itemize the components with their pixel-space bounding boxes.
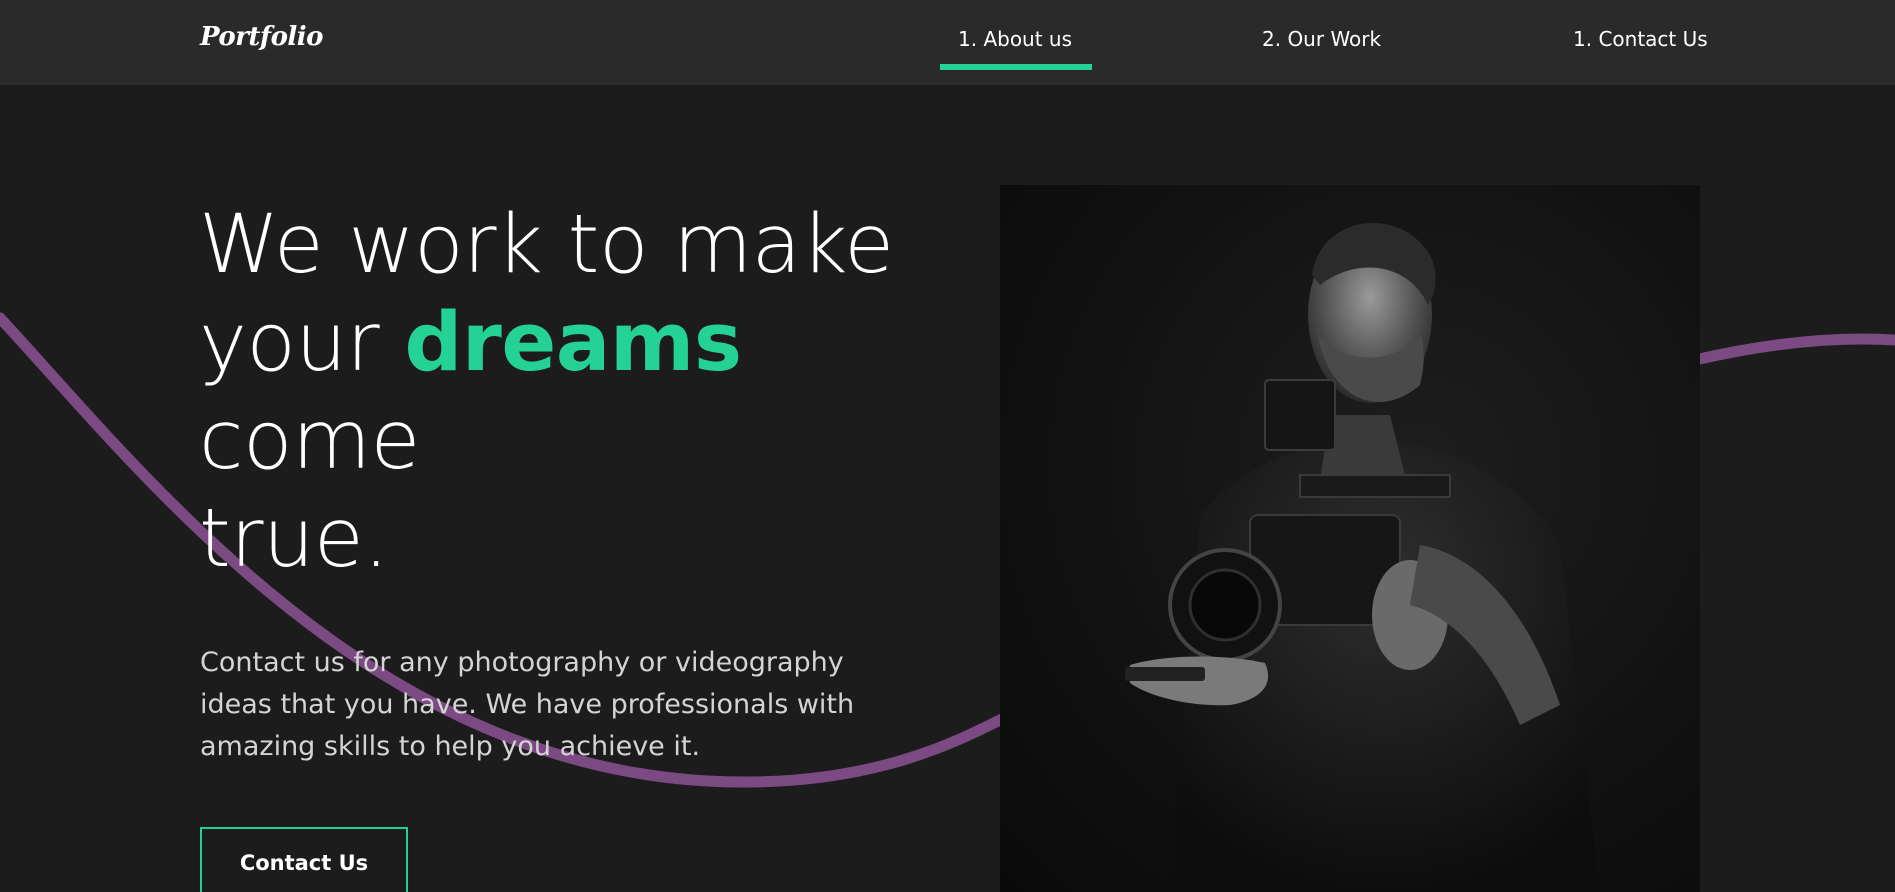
heading-line-1: We work to make (199, 198, 894, 292)
videographer-photo (1000, 185, 1700, 892)
description-line: ideas that you have. We have professiona… (200, 689, 855, 720)
nav-contact-us[interactable]: 1. Contact Us (1573, 27, 1708, 51)
heading-line-3: come (199, 394, 420, 488)
top-navigation-bar: Portfolio 1. About us 2. Our Work 1. Con… (0, 0, 1895, 85)
page: Portfolio 1. About us 2. Our Work 1. Con… (0, 0, 1895, 892)
nav-about-us[interactable]: 1. About us (958, 27, 1072, 51)
videographer-illustration (1125, 222, 1600, 892)
contact-us-button[interactable]: Contact Us (200, 827, 408, 892)
heading-line-2: your dreams (199, 294, 879, 392)
hero-heading: We work to make your dreams come true. (199, 196, 894, 588)
nav-our-work[interactable]: 2. Our Work (1262, 27, 1381, 51)
heading-accent-dreams: dreams (404, 296, 742, 390)
heading-line-4: true. (199, 492, 389, 586)
logo[interactable]: Portfolio (200, 22, 324, 52)
hero-description: Contact us for any photography or videog… (200, 642, 880, 768)
description-line: amazing skills to help you achieve it. (200, 731, 701, 762)
active-nav-indicator (940, 64, 1092, 70)
heading-word-your: your (199, 296, 380, 390)
description-line: Contact us for any photography or videog… (200, 647, 844, 678)
